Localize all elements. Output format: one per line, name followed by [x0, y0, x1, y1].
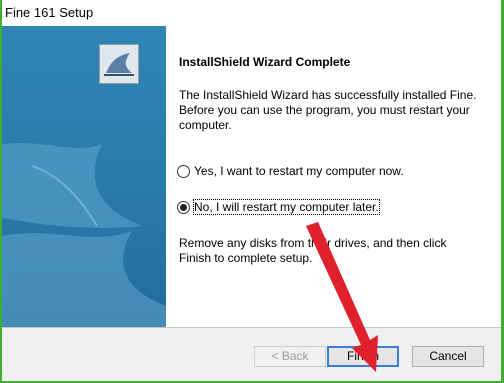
back-button[interactable]: < Back	[254, 346, 326, 367]
finish-button[interactable]: Finish	[327, 346, 399, 367]
restart-now-label[interactable]: Yes, I want to restart my computer now.	[194, 164, 404, 178]
installshield-logo-icon	[99, 44, 139, 84]
install-message: The InstallShield Wizard has successfull…	[179, 88, 477, 132]
restart-later-radio[interactable]	[177, 201, 190, 214]
side-panel	[2, 26, 166, 327]
restart-now-radio[interactable]	[177, 165, 190, 178]
finish-instructions: Remove any disks from their drives, and …	[179, 236, 447, 265]
sail-watermark-icon	[2, 143, 166, 327]
window-title: Fine 161 Setup	[5, 5, 94, 20]
restart-later-label[interactable]: No, I will restart my computer later.	[193, 199, 380, 215]
wizard-heading: InstallShield Wizard Complete	[179, 55, 351, 69]
title-bar: Fine 161 Setup	[2, 0, 501, 26]
cancel-button[interactable]: Cancel	[412, 346, 484, 367]
